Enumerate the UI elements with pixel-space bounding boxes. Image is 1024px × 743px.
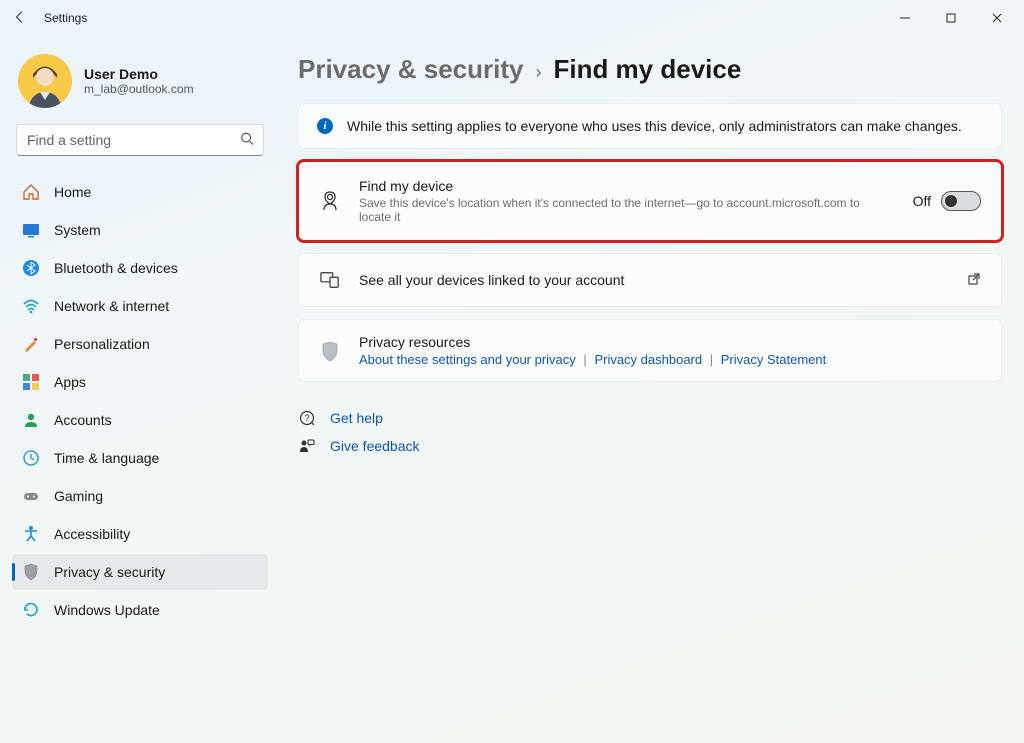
accounts-icon bbox=[22, 411, 40, 429]
linked-devices-label: See all your devices linked to your acco… bbox=[359, 272, 624, 288]
sidebar-item-apps[interactable]: Apps bbox=[12, 364, 268, 400]
privacy-icon bbox=[22, 563, 40, 581]
sidebar-item-label: Privacy & security bbox=[54, 564, 165, 580]
network-icon bbox=[22, 297, 40, 315]
sidebar-item-bluetooth[interactable]: Bluetooth & devices bbox=[12, 250, 268, 286]
minimize-button[interactable] bbox=[882, 2, 928, 34]
setting-subtitle: Save this device's location when it's co… bbox=[359, 196, 895, 224]
chevron-right-icon: › bbox=[535, 62, 541, 83]
maximize-button[interactable] bbox=[928, 2, 974, 34]
window-title: Settings bbox=[44, 11, 87, 25]
info-text: While this setting applies to everyone w… bbox=[347, 118, 962, 134]
time-language-icon bbox=[22, 449, 40, 467]
find-my-device-toggle[interactable] bbox=[941, 191, 981, 211]
breadcrumb-parent[interactable]: Privacy & security bbox=[298, 54, 523, 85]
apps-icon bbox=[22, 373, 40, 391]
linked-devices-card[interactable]: See all your devices linked to your acco… bbox=[298, 253, 1002, 307]
info-icon: i bbox=[317, 118, 333, 134]
svg-text:?: ? bbox=[304, 413, 309, 423]
sidebar-item-label: System bbox=[54, 222, 101, 238]
privacy-link-dashboard[interactable]: Privacy dashboard bbox=[594, 352, 702, 367]
setting-title: Find my device bbox=[359, 178, 895, 194]
sidebar-item-label: Network & internet bbox=[54, 298, 169, 314]
sidebar: User Demo m_lab@outlook.com Home System … bbox=[0, 36, 280, 743]
close-button[interactable] bbox=[974, 2, 1020, 34]
sidebar-item-label: Gaming bbox=[54, 488, 103, 504]
breadcrumb: Privacy & security › Find my device bbox=[298, 54, 1002, 85]
home-icon bbox=[22, 183, 40, 201]
system-icon bbox=[22, 221, 40, 239]
privacy-resources-title: Privacy resources bbox=[359, 334, 826, 350]
gaming-icon bbox=[22, 487, 40, 505]
privacy-link-statement[interactable]: Privacy Statement bbox=[721, 352, 827, 367]
search-icon bbox=[240, 132, 254, 149]
footer-links: ? Get help Give feedback bbox=[298, 410, 1002, 454]
sidebar-item-label: Time & language bbox=[54, 450, 159, 466]
external-link-icon bbox=[967, 272, 981, 289]
find-my-device-card: Find my device Save this device's locati… bbox=[298, 161, 1002, 241]
sidebar-item-home[interactable]: Home bbox=[12, 174, 268, 210]
sidebar-item-gaming[interactable]: Gaming bbox=[12, 478, 268, 514]
help-icon: ? bbox=[298, 410, 316, 426]
toggle-state-label: Off bbox=[913, 193, 931, 209]
back-button[interactable] bbox=[4, 10, 36, 27]
update-icon bbox=[22, 601, 40, 619]
privacy-resources-card: Privacy resources About these settings a… bbox=[298, 319, 1002, 382]
sidebar-item-system[interactable]: System bbox=[12, 212, 268, 248]
sidebar-item-label: Home bbox=[54, 184, 91, 200]
sidebar-item-label: Personalization bbox=[54, 336, 150, 352]
feedback-icon bbox=[298, 438, 316, 454]
sidebar-item-label: Accounts bbox=[54, 412, 112, 428]
info-banner: i While this setting applies to everyone… bbox=[298, 103, 1002, 149]
personalization-icon bbox=[22, 335, 40, 353]
avatar bbox=[18, 54, 72, 108]
get-help-label: Get help bbox=[330, 410, 383, 426]
content-pane: Privacy & security › Find my device i Wh… bbox=[280, 36, 1024, 743]
location-person-icon bbox=[319, 190, 341, 212]
sidebar-item-privacy[interactable]: Privacy & security bbox=[12, 554, 268, 590]
give-feedback-link[interactable]: Give feedback bbox=[298, 438, 1002, 454]
bluetooth-icon bbox=[22, 259, 40, 277]
sidebar-item-update[interactable]: Windows Update bbox=[12, 592, 268, 628]
page-title: Find my device bbox=[553, 54, 741, 85]
shield-icon bbox=[319, 340, 341, 362]
user-email: m_lab@outlook.com bbox=[84, 82, 194, 96]
search-input[interactable] bbox=[16, 124, 264, 156]
user-name: User Demo bbox=[84, 66, 194, 82]
title-bar: Settings bbox=[0, 0, 1024, 36]
nav-list: Home System Bluetooth & devices Network … bbox=[12, 174, 268, 628]
sidebar-item-accessibility[interactable]: Accessibility bbox=[12, 516, 268, 552]
sidebar-item-label: Accessibility bbox=[54, 526, 130, 542]
sidebar-item-label: Bluetooth & devices bbox=[54, 260, 178, 276]
give-feedback-label: Give feedback bbox=[330, 438, 420, 454]
search-wrap bbox=[16, 124, 264, 156]
sidebar-item-network[interactable]: Network & internet bbox=[12, 288, 268, 324]
sidebar-item-personalization[interactable]: Personalization bbox=[12, 326, 268, 362]
sidebar-item-label: Apps bbox=[54, 374, 86, 390]
user-block[interactable]: User Demo m_lab@outlook.com bbox=[12, 48, 268, 124]
accessibility-icon bbox=[22, 525, 40, 543]
devices-icon bbox=[319, 270, 341, 290]
sidebar-item-label: Windows Update bbox=[54, 602, 160, 618]
privacy-link-about[interactable]: About these settings and your privacy bbox=[359, 352, 576, 367]
sidebar-item-accounts[interactable]: Accounts bbox=[12, 402, 268, 438]
sidebar-item-time[interactable]: Time & language bbox=[12, 440, 268, 476]
window-controls bbox=[882, 2, 1020, 34]
get-help-link[interactable]: ? Get help bbox=[298, 410, 1002, 426]
